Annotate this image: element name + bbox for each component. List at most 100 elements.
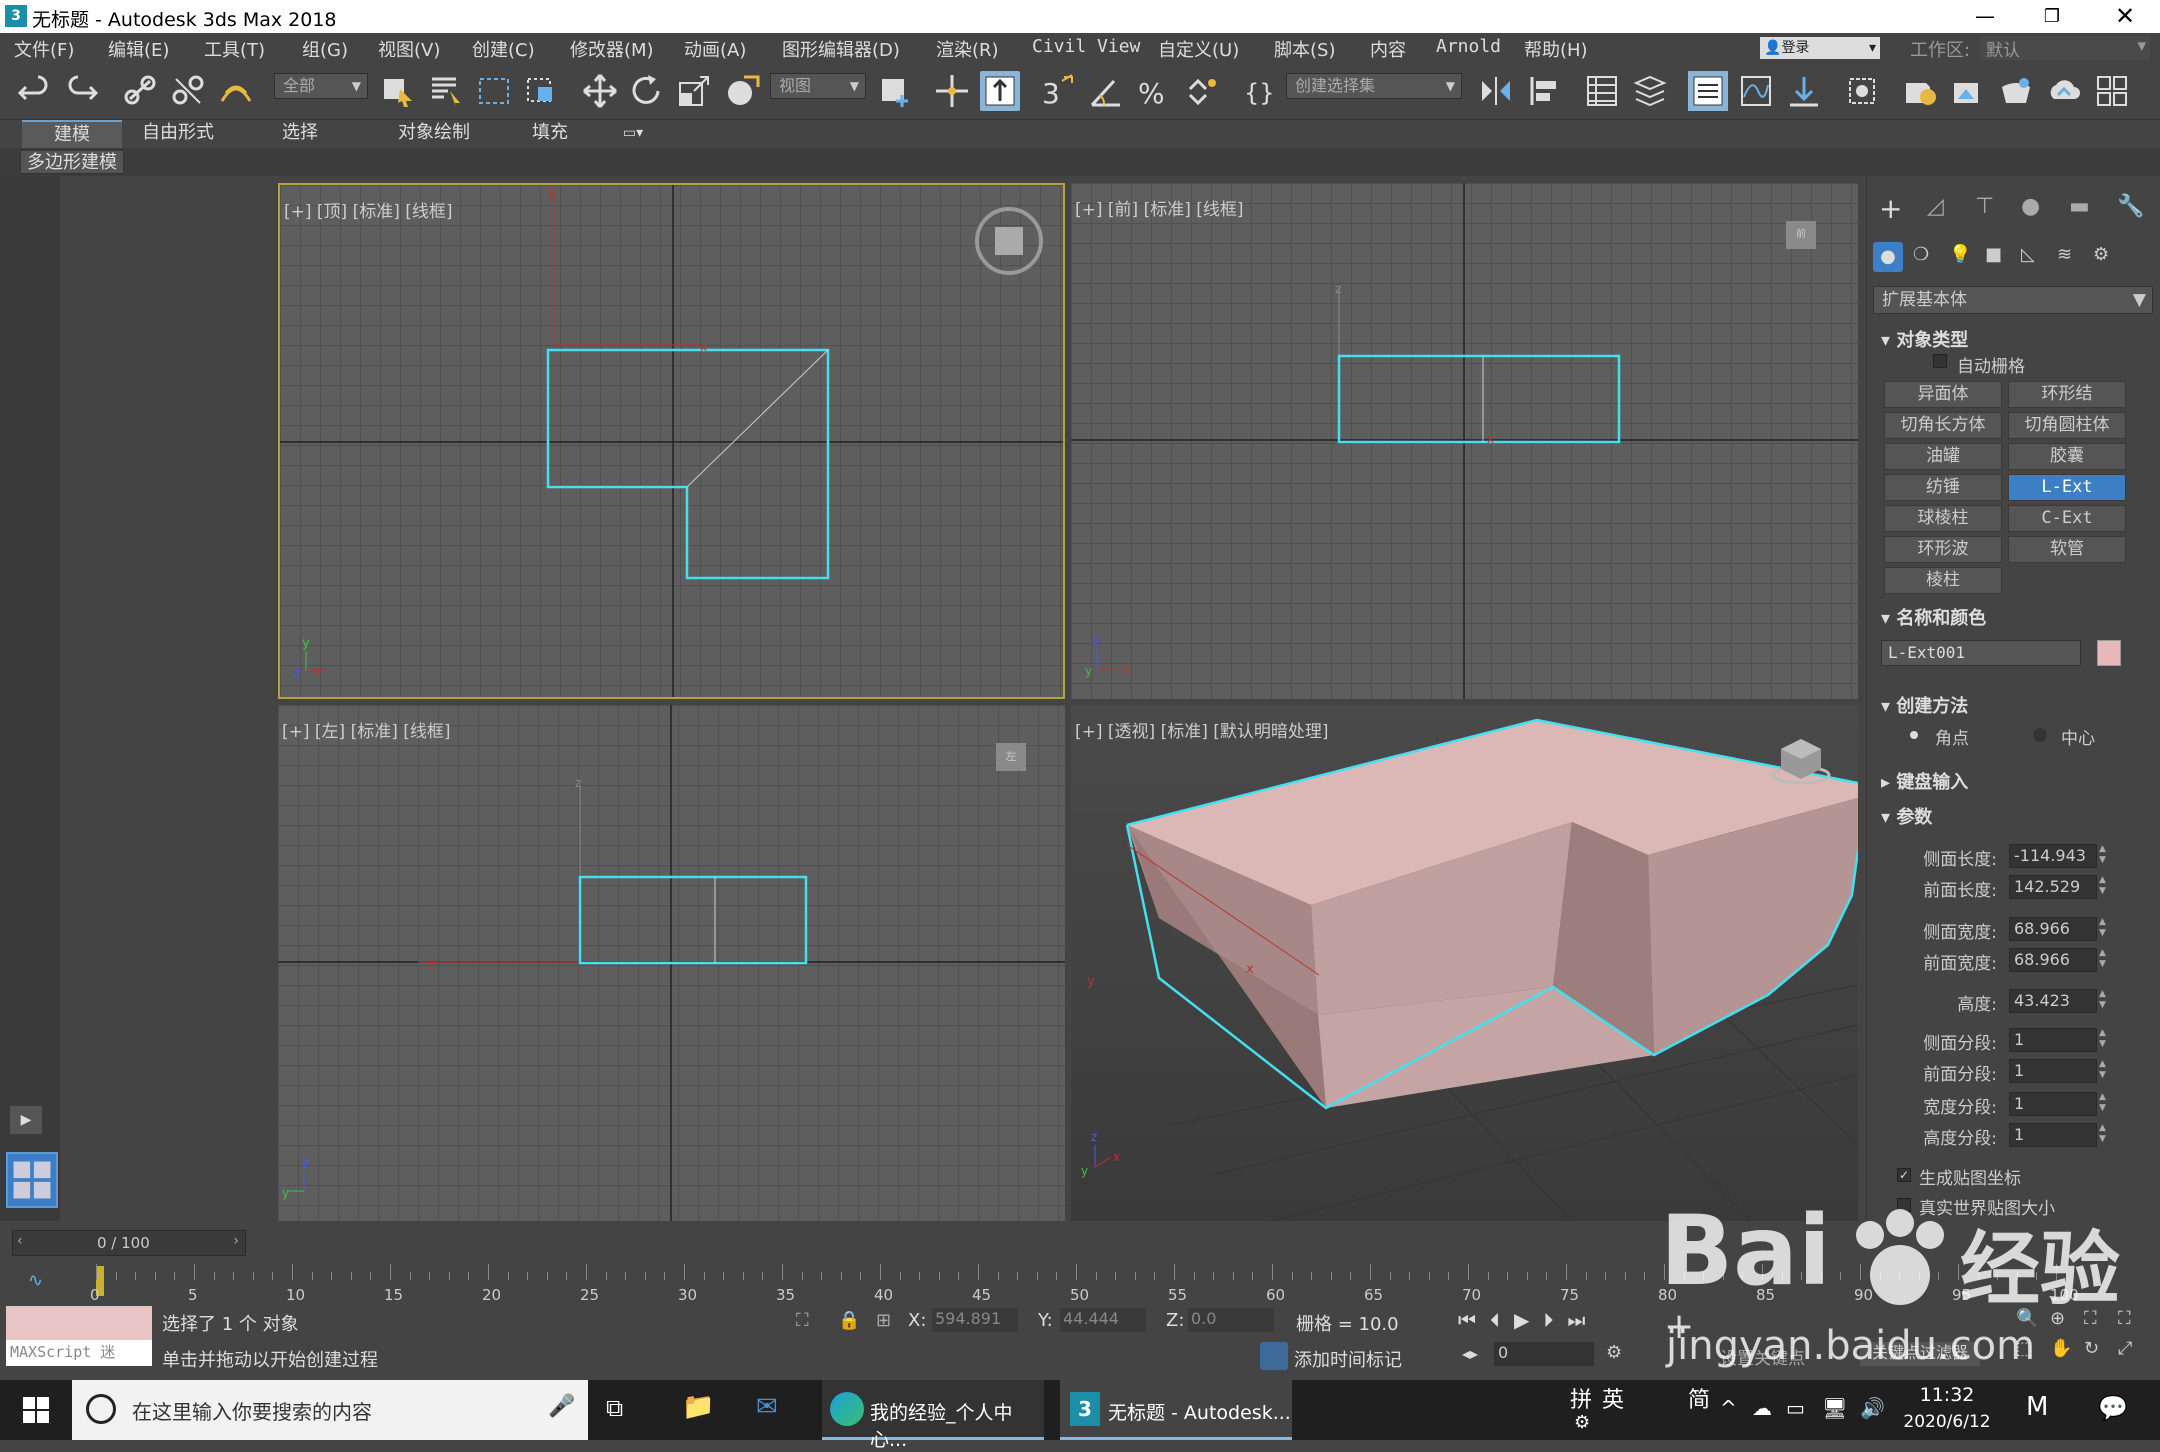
play-icon[interactable]: ▶ xyxy=(1514,1308,1543,1332)
lights-icon[interactable]: 💡 xyxy=(1949,244,1971,265)
display-tab-icon[interactable]: ▬ xyxy=(2069,194,2090,219)
go-to-start-icon[interactable]: ⏮ xyxy=(1458,1308,1490,1332)
file-explorer-icon[interactable]: 📁 xyxy=(682,1392,714,1422)
menu-tools[interactable]: 工具(T) xyxy=(204,36,265,62)
menu-arnold[interactable]: Arnold xyxy=(1436,36,1501,57)
tab-freeform[interactable]: 自由形式 xyxy=(128,120,228,148)
window-crossing-icon[interactable] xyxy=(522,71,562,111)
current-frame-input[interactable]: 0 xyxy=(1494,1342,1594,1366)
menu-animation[interactable]: 动画(A) xyxy=(684,36,746,62)
time-tag-icon[interactable] xyxy=(1260,1342,1288,1370)
menu-graph-editors[interactable]: 图形编辑器(D) xyxy=(782,36,900,62)
motion-tab-icon[interactable]: ● xyxy=(2021,194,2040,219)
previous-frame-icon[interactable]: ⏴ xyxy=(1490,1308,1514,1332)
primitive-type-dropdown[interactable]: 扩展基本体 ▼ xyxy=(1873,286,2153,314)
menu-customize[interactable]: 自定义(U) xyxy=(1158,36,1239,62)
rollout-keyboard-entry[interactable]: ▸ 键盘输入 xyxy=(1881,768,2153,794)
go-to-end-icon[interactable]: ⏭ xyxy=(1567,1308,1599,1332)
mail-icon[interactable]: ✉ xyxy=(756,1392,778,1422)
workspace-dropdown[interactable]: 默认 ▾ xyxy=(1980,36,2150,61)
mirror-icon[interactable] xyxy=(1476,71,1516,111)
create-tab-icon[interactable]: + xyxy=(1879,192,1902,225)
oil-tank-button[interactable]: 油罐 xyxy=(1884,443,2002,470)
tray-chevron-icon[interactable]: ^ xyxy=(1720,1396,1737,1420)
prev-frame-icon[interactable]: ‹ xyxy=(17,1233,23,1249)
absolute-mode-icon[interactable]: ⊞ xyxy=(876,1310,891,1331)
chamfer-box-button[interactable]: 切角长方体 xyxy=(1884,412,2002,439)
tab-selection[interactable]: 选择 xyxy=(250,120,350,148)
rectangular-selection-icon[interactable] xyxy=(474,71,514,111)
reference-coordinate-dropdown[interactable]: 视图 ▼ xyxy=(770,73,866,99)
ime-simplified[interactable]: 简 xyxy=(1688,1382,1710,1414)
scene-explorer-icon[interactable] xyxy=(1582,71,1622,111)
spinner-icon[interactable]: ▲ ▼ xyxy=(2099,1123,2111,1147)
select-by-name-icon[interactable] xyxy=(426,71,466,111)
add-time-tag[interactable]: 添加时间标记 xyxy=(1294,1346,1402,1372)
move-icon[interactable] xyxy=(580,71,620,111)
z-coordinate-input[interactable]: 0.0 xyxy=(1188,1308,1274,1332)
next-frame-icon[interactable]: ⏵ xyxy=(1543,1308,1567,1332)
ribbon-toggle-icon[interactable] xyxy=(1688,71,1728,111)
percent-snap-icon[interactable]: % xyxy=(1134,71,1174,111)
time-config-icon[interactable]: ⚙ xyxy=(1606,1342,1622,1363)
spinner-snap-icon[interactable] xyxy=(1182,71,1222,111)
rollout-parameters[interactable]: ▾ 参数 xyxy=(1881,803,2153,829)
menu-help[interactable]: 帮助(H) xyxy=(1524,36,1588,62)
geometry-icon[interactable]: ● xyxy=(1873,242,1903,272)
volume-icon[interactable]: 🔊 xyxy=(1860,1396,1885,1420)
ringwave-button[interactable]: 环形波 xyxy=(1884,536,2002,563)
render-in-cloud-icon[interactable] xyxy=(2044,71,2084,111)
pivot-point-icon[interactable] xyxy=(876,71,916,111)
spinner-icon[interactable]: ▲ ▼ xyxy=(2099,1092,2111,1116)
prism-button[interactable]: 棱柱 xyxy=(1884,567,2002,594)
snap-toggle-icon[interactable]: 3 xyxy=(1038,71,1078,111)
utilities-tab-icon[interactable]: 🔧 xyxy=(2117,194,2144,219)
select-manipulate-icon[interactable] xyxy=(932,71,972,111)
viewport-top[interactable]: [+] [顶] [标准] [线框] y x y x z xyxy=(278,183,1065,699)
spinner-icon[interactable]: ▲ ▼ xyxy=(2099,917,2111,941)
viewcube-front-icon[interactable]: 前 xyxy=(1786,221,1816,249)
systems-icon[interactable]: ⚙ xyxy=(2093,244,2109,265)
bind-space-warp-icon[interactable] xyxy=(216,71,256,111)
curve-editor-icon[interactable] xyxy=(1736,71,1776,111)
hedra-button[interactable]: 异面体 xyxy=(1884,381,2002,408)
corner-radio[interactable] xyxy=(1907,728,1921,742)
menu-scripting[interactable]: 脚本(S) xyxy=(1274,36,1335,62)
y-coordinate-input[interactable]: 44.444 xyxy=(1060,1308,1146,1332)
ime-mode-icon[interactable]: 拼 xyxy=(1570,1382,1592,1414)
selection-filter-dropdown[interactable]: 全部 ▼ xyxy=(274,73,368,99)
lock-icon[interactable]: 🔒 xyxy=(838,1310,860,1331)
signin-dropdown[interactable]: 👤登录 ▾ xyxy=(1760,37,1880,59)
viewport-left[interactable]: [+] [左] [标准] [线框] z y z y 左 xyxy=(278,705,1065,1221)
a360-gallery-icon[interactable] xyxy=(2092,71,2132,111)
rollout-creation-method[interactable]: ▾ 创建方法 xyxy=(1881,692,2153,718)
front-width-input[interactable]: 68.966 xyxy=(2009,948,2097,972)
helpers-icon[interactable]: ◺ xyxy=(2021,244,2035,265)
network-icon[interactable]: 🖥 xyxy=(1822,1396,1847,1420)
start-button[interactable] xyxy=(0,1380,72,1440)
ime-settings-icon[interactable]: ⚙ xyxy=(1574,1412,1590,1433)
microphone-icon[interactable]: 🎤 xyxy=(548,1394,575,1419)
menu-create[interactable]: 创建(C) xyxy=(472,36,535,62)
clock-time[interactable]: 11:32 xyxy=(1902,1384,1992,1406)
front-segs-input[interactable]: 1 xyxy=(2009,1059,2097,1083)
tab-populate[interactable]: 填充 xyxy=(500,120,600,148)
viewport-perspective[interactable]: [+] [透视] [标准] [默认明暗处理] y x z x y xyxy=(1071,705,1858,1221)
cameras-icon[interactable]: ■ xyxy=(1985,244,2002,265)
onedrive-icon[interactable]: ☁ xyxy=(1752,1396,1772,1420)
torus-knot-button[interactable]: 环形结 xyxy=(2008,381,2126,408)
align-icon[interactable] xyxy=(1524,71,1564,111)
viewcube-top-icon[interactable] xyxy=(975,207,1043,275)
keyboard-shortcut-override-icon[interactable] xyxy=(980,71,1020,111)
ime-lang[interactable]: 英 xyxy=(1602,1382,1624,1414)
object-color-swatch[interactable] xyxy=(2097,640,2121,666)
space-warps-icon[interactable]: ≋ xyxy=(2057,244,2072,265)
rendered-frame-window-icon[interactable] xyxy=(1948,71,1988,111)
clock-date[interactable]: 2020/6/12 xyxy=(1896,1412,1998,1432)
center-radio[interactable] xyxy=(2033,728,2047,742)
taskbar-search[interactable]: 在这里输入你要搜索的内容 🎤 xyxy=(72,1380,588,1440)
height-input[interactable]: 43.423 xyxy=(2009,989,2097,1013)
height-segs-input[interactable]: 1 xyxy=(2009,1123,2097,1147)
material-editor-icon[interactable] xyxy=(1842,71,1882,111)
rotate-icon[interactable] xyxy=(626,71,666,111)
